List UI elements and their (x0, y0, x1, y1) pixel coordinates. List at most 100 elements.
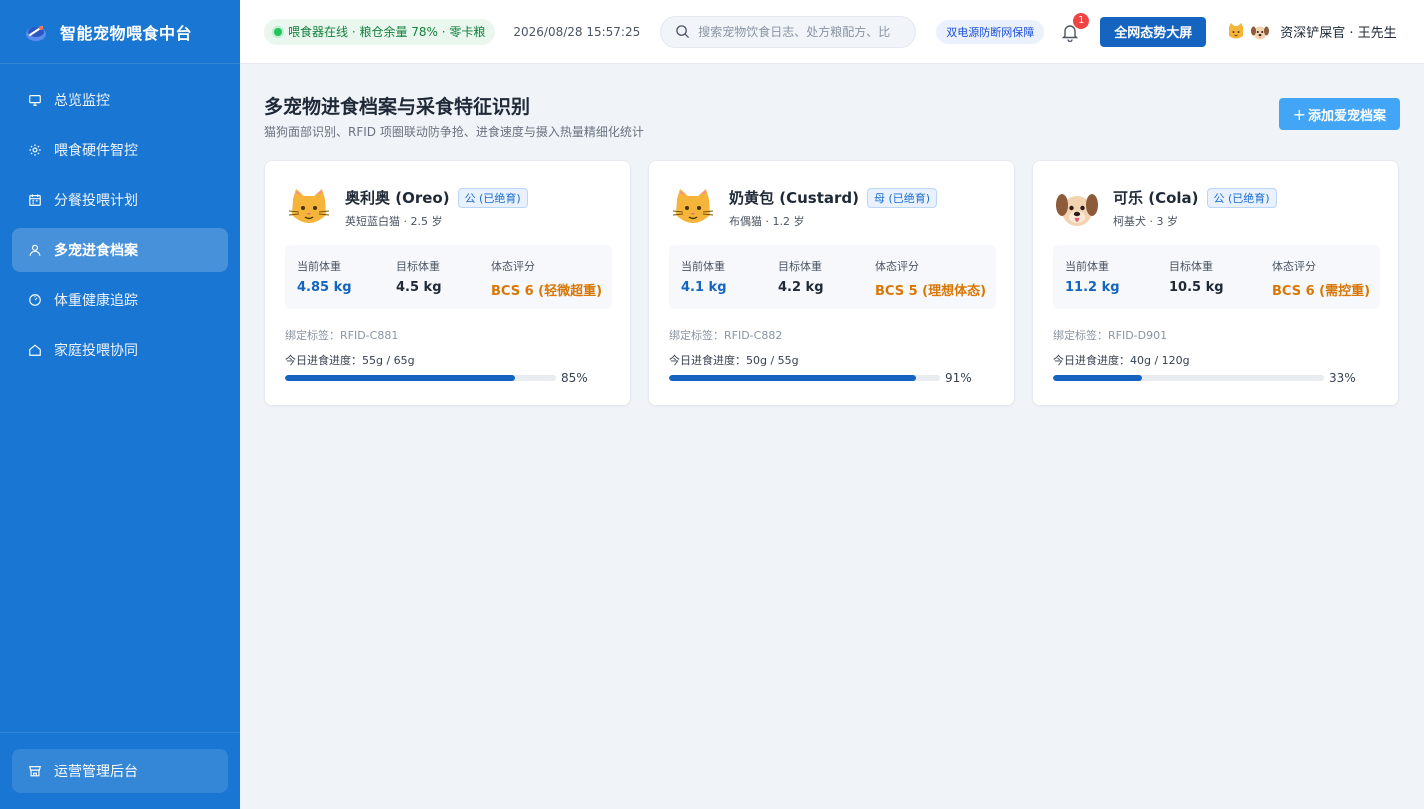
pet-name: 可乐 (Cola) (1113, 189, 1199, 207)
notification-count-badge: 1 (1073, 12, 1090, 29)
current-weight-stat: 当前体重 4.85 kg (297, 258, 352, 295)
sidebar-item-label: 多宠进食档案 (54, 243, 138, 259)
feeding-progress-percent: 85% (561, 371, 588, 385)
cat-face-icon (672, 189, 714, 223)
pet-name-row: 奥利奥 (Oreo) 公 (已绝育) (345, 187, 528, 208)
sidebar-item-weight[interactable]: 体重健康追踪 (12, 278, 228, 322)
gear-icon (28, 143, 42, 157)
current-datetime: 2026/08/28 15:57:25 (513, 24, 641, 39)
sidebar-item-hardware[interactable]: 喂食硬件智控 (12, 128, 228, 172)
sidebar-item-overview[interactable]: 总览监控 (12, 78, 228, 122)
user-menu[interactable]: 资深铲屎官 · 王先生 (1226, 22, 1397, 42)
stat-label: 目标体重 (778, 260, 822, 273)
pet-breed: 布偶猫 · 1.2 岁 (729, 215, 805, 228)
stat-label: 当前体重 (297, 260, 341, 273)
stat-label: 当前体重 (681, 260, 725, 273)
pet-card[interactable]: 奶黄包 (Custard) 母 (已绝育) 布偶猫 · 1.2 岁 当前体重 4… (648, 160, 1015, 406)
page-title: 多宠物进食档案与采食特征识别 (264, 96, 531, 118)
stat-label: 体态评分 (491, 260, 535, 273)
pet-card-list: 奥利奥 (Oreo) 公 (已绝育) 英短蓝白猫 · 2.5 岁 当前体重 4.… (264, 160, 1399, 406)
current-weight-stat: 当前体重 11.2 kg (1065, 258, 1120, 295)
feeding-progress-bar (669, 375, 940, 381)
search-box[interactable] (660, 15, 917, 48)
search-icon (676, 25, 690, 39)
body-score-stat: 体态评分 BCS 6 (轻微超重) (491, 258, 602, 299)
weight-stats-panel: 当前体重 4.85 kg 目标体重 4.5 kg 体态评分 BCS 6 (轻微超… (285, 245, 612, 309)
target-weight-value: 4.2 kg (778, 280, 824, 295)
dashboard-bigscreen-button[interactable]: 全网态势大屏 (1100, 16, 1207, 47)
stat-label: 目标体重 (396, 260, 440, 273)
current-weight-value: 4.1 kg (681, 280, 727, 295)
sidebar-item-label: 总览监控 (54, 93, 110, 109)
target-weight-value: 10.5 kg (1169, 280, 1224, 295)
gender-tag: 公 (已绝育) (1206, 187, 1277, 208)
sidebar-item-label: 喂食硬件智控 (54, 143, 138, 159)
pet-info: 奥利奥 (Oreo) 公 (已绝育) 英短蓝白猫 · 2.5 岁 (345, 185, 528, 229)
feeding-progress-percent: 91% (945, 371, 972, 385)
sidebar-nav: 总览监控 喂食硬件智控 分餐投喂计划 多宠进食档案 体重健康追踪 家庭投喂协同 (0, 64, 240, 372)
body-score-stat: 体态评分 BCS 5 (理想体态) (875, 258, 986, 299)
feeding-progress-fill (285, 375, 516, 381)
feeding-progress-fill (1053, 375, 1143, 381)
feeding-progress-bar (1053, 375, 1324, 381)
add-pet-button[interactable]: + 添加爱宠档案 (1278, 98, 1400, 130)
sidebar-divider (0, 732, 240, 733)
bowl-logo-icon (26, 25, 46, 41)
stat-label: 体态评分 (875, 260, 919, 273)
sidebar-item-label: 体重健康追踪 (54, 293, 138, 309)
pet-name-row: 奶黄包 (Custard) 母 (已绝育) (729, 187, 938, 208)
target-weight-value: 4.5 kg (396, 280, 442, 295)
body-score-value: BCS 6 (轻微超重) (491, 284, 603, 299)
pet-card-header: 可乐 (Cola) 公 (已绝育) 柯基犬 · 3 岁 (1053, 185, 1277, 233)
rfid-tag: 绑定标签：RFID-C881 (285, 329, 399, 342)
weight-stats-panel: 当前体重 11.2 kg 目标体重 10.5 kg 体态评分 BCS 6 (需控… (1053, 245, 1380, 309)
admin-console-button[interactable]: 运营管理后台 (12, 749, 228, 793)
pet-card-header: 奥利奥 (Oreo) 公 (已绝育) 英短蓝白猫 · 2.5 岁 (285, 185, 528, 233)
dog-face-icon (1056, 194, 1098, 226)
dog-avatar-icon (1251, 26, 1270, 39)
sidebar-item-pet-profiles[interactable]: 多宠进食档案 (12, 228, 228, 272)
pet-card[interactable]: 奥利奥 (Oreo) 公 (已绝育) 英短蓝白猫 · 2.5 岁 当前体重 4.… (264, 160, 631, 406)
feeding-progress-label: 今日进食进度：40g / 120g (1053, 354, 1190, 367)
home-icon (28, 343, 42, 357)
stat-label: 目标体重 (1169, 260, 1213, 273)
page-subtitle: 猫狗面部识别、RFID 项圈联动防争抢、进食速度与摄入热量精细化统计 (264, 125, 644, 139)
pet-info: 可乐 (Cola) 公 (已绝育) 柯基犬 · 3 岁 (1113, 185, 1277, 229)
pet-breed: 英短蓝白猫 · 2.5 岁 (345, 215, 443, 228)
pet-breed: 柯基犬 · 3 岁 (1113, 215, 1178, 228)
plus-icon: + (1292, 104, 1306, 124)
current-weight-stat: 当前体重 4.1 kg (681, 258, 727, 295)
pet-name: 奶黄包 (Custard) (729, 189, 859, 207)
body-score-value: BCS 5 (理想体态) (875, 284, 987, 299)
sidebar-item-label: 分餐投喂计划 (54, 193, 138, 209)
stat-label: 当前体重 (1065, 260, 1109, 273)
brand-title: 智能宠物喂食中台 (60, 23, 193, 43)
search-input[interactable] (698, 24, 905, 39)
top-header: 喂食器在线 · 粮仓余量 78% · 零卡粮 2026/08/28 15:57:… (240, 0, 1424, 64)
add-pet-label: 添加爱宠档案 (1307, 108, 1386, 124)
target-weight-stat: 目标体重 4.2 kg (778, 258, 824, 295)
rfid-tag: 绑定标签：RFID-C882 (669, 329, 783, 342)
sidebar: 智能宠物喂食中台 总览监控 喂食硬件智控 分餐投喂计划 多宠进食档案 体重健康追… (0, 0, 240, 809)
body-score-stat: 体态评分 BCS 6 (需控重) (1272, 258, 1370, 299)
pet-card[interactable]: 可乐 (Cola) 公 (已绝育) 柯基犬 · 3 岁 当前体重 11.2 kg… (1032, 160, 1399, 406)
feeding-progress-fill (669, 375, 916, 381)
notification-button[interactable]: 1 (1060, 12, 1090, 42)
feeder-status-badge: 喂食器在线 · 粮仓余量 78% · 零卡粮 (264, 18, 496, 45)
rfid-tag: 绑定标签：RFID-D901 (1053, 329, 1168, 342)
cat-avatar-icon (1229, 22, 1244, 38)
feeding-progress-percent: 33% (1329, 371, 1356, 385)
sidebar-item-label: 家庭投喂协同 (54, 343, 138, 359)
feeding-progress-bar (285, 375, 556, 381)
target-weight-stat: 目标体重 10.5 kg (1169, 258, 1224, 295)
online-dot-icon (274, 27, 282, 36)
storefront-icon (28, 764, 42, 778)
pet-info: 奶黄包 (Custard) 母 (已绝育) 布偶猫 · 1.2 岁 (729, 185, 938, 229)
monitor-icon (28, 93, 42, 107)
stat-label: 体态评分 (1272, 260, 1316, 273)
pet-name-row: 可乐 (Cola) 公 (已绝育) (1113, 187, 1277, 208)
sidebar-item-family[interactable]: 家庭投喂协同 (12, 328, 228, 372)
feeding-progress-label: 今日进食进度：50g / 55g (669, 354, 799, 367)
weight-stats-panel: 当前体重 4.1 kg 目标体重 4.2 kg 体态评分 BCS 5 (理想体态… (669, 245, 996, 309)
sidebar-item-meal-plan[interactable]: 分餐投喂计划 (12, 178, 228, 222)
